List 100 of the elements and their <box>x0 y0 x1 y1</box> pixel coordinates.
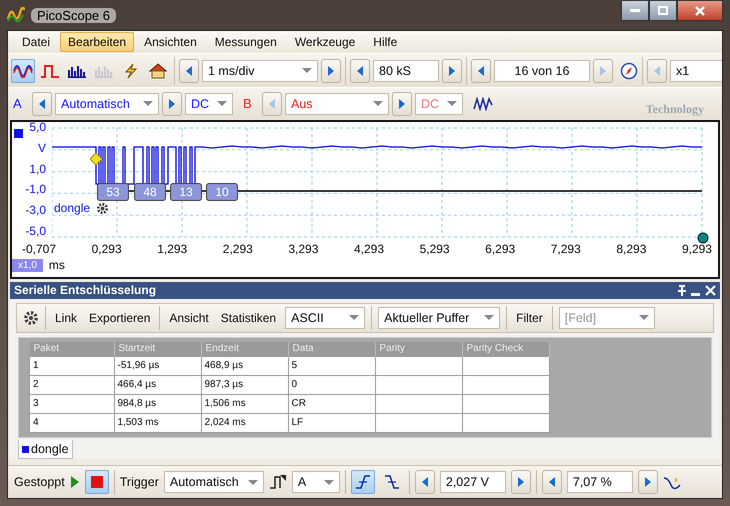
previous-threshold-button[interactable] <box>414 470 435 494</box>
toolbar-button[interactable]: Ansicht <box>166 308 212 327</box>
menu-item[interactable]: Messungen <box>206 32 285 52</box>
threshold-field[interactable]: 2,027 V <box>440 471 506 493</box>
table-cell: 984,8 µs <box>118 398 156 410</box>
trigger-mode-dropdown[interactable]: Automatisch <box>164 471 264 493</box>
x-axis-label: 0,293 <box>92 242 122 256</box>
previous-pretrigger-button[interactable] <box>542 470 562 494</box>
decoder-name: dongle <box>54 201 90 215</box>
bar-graph-icon <box>67 64 87 78</box>
window-title: PicoScope 6 <box>31 8 116 22</box>
menu-item[interactable]: Werkzeuge <box>286 32 364 52</box>
x-axis-label: 2,293 <box>222 242 253 256</box>
filter-button[interactable]: Filter <box>513 308 546 327</box>
pin-icon[interactable] <box>677 284 687 296</box>
table-cell: 4 <box>33 417 39 428</box>
channel-marker-icon <box>14 129 23 138</box>
house-icon <box>148 62 168 78</box>
toolbar-button[interactable]: Exportieren <box>86 308 154 327</box>
table-cell: 2 <box>33 379 39 390</box>
trigger-channel-dropdown[interactable]: A <box>292 471 340 493</box>
table-cell: 0 <box>292 379 298 390</box>
pulse-icon <box>40 64 60 78</box>
panel-title: Serielle Entschlüsselung <box>14 283 156 298</box>
table-cell: CR <box>292 398 306 410</box>
pretrigger-field[interactable]: 7,07 % <box>566 471 633 493</box>
channel-label[interactable]: B <box>241 96 259 111</box>
trigger-type-icon[interactable] <box>268 474 287 490</box>
samples-field[interactable]: 80 kS <box>373 60 439 82</box>
range-dropdown[interactable]: Automatisch <box>55 92 159 114</box>
next-threshold-button[interactable] <box>510 470 531 494</box>
menu-item[interactable]: Ansichten <box>136 32 205 52</box>
decoded-packet-label: 53 <box>97 183 129 201</box>
menu-item[interactable]: Datei <box>14 32 58 52</box>
rising-edge-icon <box>354 475 371 489</box>
settings-icon[interactable] <box>96 202 109 215</box>
rising-edge-button[interactable] <box>350 470 375 494</box>
zoom-field[interactable]: x1 <box>670 60 722 82</box>
table-cell: 1,506 ms <box>204 398 246 410</box>
toolbar-button[interactable]: Link <box>52 308 80 327</box>
x-axis-label: 1,293 <box>157 242 188 256</box>
menu-item[interactable]: Bearbeiten <box>60 32 134 52</box>
decoded-packet-label: 48 <box>134 183 166 201</box>
y-axis-label: V <box>38 140 46 155</box>
next-range-button[interactable] <box>392 92 412 116</box>
coupling-dropdown[interactable]: DC <box>185 92 233 114</box>
sine-wave-icon <box>13 64 33 78</box>
decoder-tab[interactable]: dongle <box>18 440 73 459</box>
logo-text: Technology <box>646 102 704 117</box>
x-axis-label: 9,293 <box>682 242 712 256</box>
buffer-dropdown[interactable]: Aktueller Puffer <box>378 306 500 329</box>
next-samples-button[interactable] <box>442 58 462 82</box>
channel-label[interactable]: A <box>11 96 29 111</box>
previous-buffer-button[interactable] <box>471 58 491 82</box>
play-icon[interactable] <box>70 475 80 489</box>
trigger-label: Trigger <box>120 475 159 489</box>
lightning-icon <box>124 62 138 78</box>
next-pretrigger-button[interactable] <box>638 470 658 494</box>
buffer-field[interactable]: 16 von 16 <box>494 60 590 82</box>
trigger-settings-icon[interactable] <box>662 475 681 489</box>
maximize-button[interactable] <box>649 0 677 21</box>
table-cell: 987,3 µs <box>204 379 244 390</box>
range-dropdown[interactable]: Aus <box>285 92 389 114</box>
previous-samples-button[interactable] <box>350 58 370 82</box>
format-dropdown[interactable]: ASCII <box>285 306 366 329</box>
x-axis-label: 3,293 <box>288 242 318 256</box>
x-axis-label: 4,293 <box>354 242 384 256</box>
table-cell: 3 <box>33 398 39 410</box>
menu-item[interactable]: Hilfe <box>365 32 406 52</box>
close-icon <box>695 6 705 16</box>
trigger-marker-icon[interactable] <box>90 153 102 165</box>
decoded-packet-label: 10 <box>206 183 238 201</box>
toolbar-button[interactable]: Statistiken <box>218 308 280 327</box>
timebase-dropdown[interactable]: 1 ms/div <box>202 60 318 82</box>
x-axis-label: 7,293 <box>550 242 581 256</box>
x-axis-unit: ms <box>48 258 65 272</box>
next-timebase-button[interactable] <box>321 58 341 82</box>
x-axis-label: 6,293 <box>485 242 516 256</box>
table-cell: 1 <box>33 360 39 372</box>
x-axis-label: -0,707 <box>22 242 56 256</box>
y-axis-label: -1,0 <box>25 182 46 196</box>
sine-wave-button[interactable] <box>11 58 35 82</box>
previous-timebase-button[interactable] <box>179 58 199 82</box>
table-cell: 5 <box>292 360 298 372</box>
stop-icon <box>90 476 103 488</box>
ruler-handle-icon[interactable] <box>697 232 709 244</box>
compass-icon[interactable] <box>620 62 638 80</box>
minimize-icon <box>630 9 640 12</box>
close-button[interactable] <box>677 0 723 21</box>
table-cell: 468,9 µs <box>204 360 244 372</box>
previous-range-button[interactable] <box>32 92 52 116</box>
table-cell: 2,024 ms <box>204 417 246 428</box>
stop-button[interactable] <box>84 470 109 494</box>
x-axis-label: 5,293 <box>420 242 450 256</box>
settings-icon[interactable] <box>23 310 39 326</box>
minimize-button[interactable] <box>621 0 649 21</box>
close-icon[interactable] <box>705 284 716 296</box>
falling-edge-icon <box>384 475 400 489</box>
status-text: Gestoppt <box>14 475 65 489</box>
next-range-button[interactable] <box>162 92 182 116</box>
